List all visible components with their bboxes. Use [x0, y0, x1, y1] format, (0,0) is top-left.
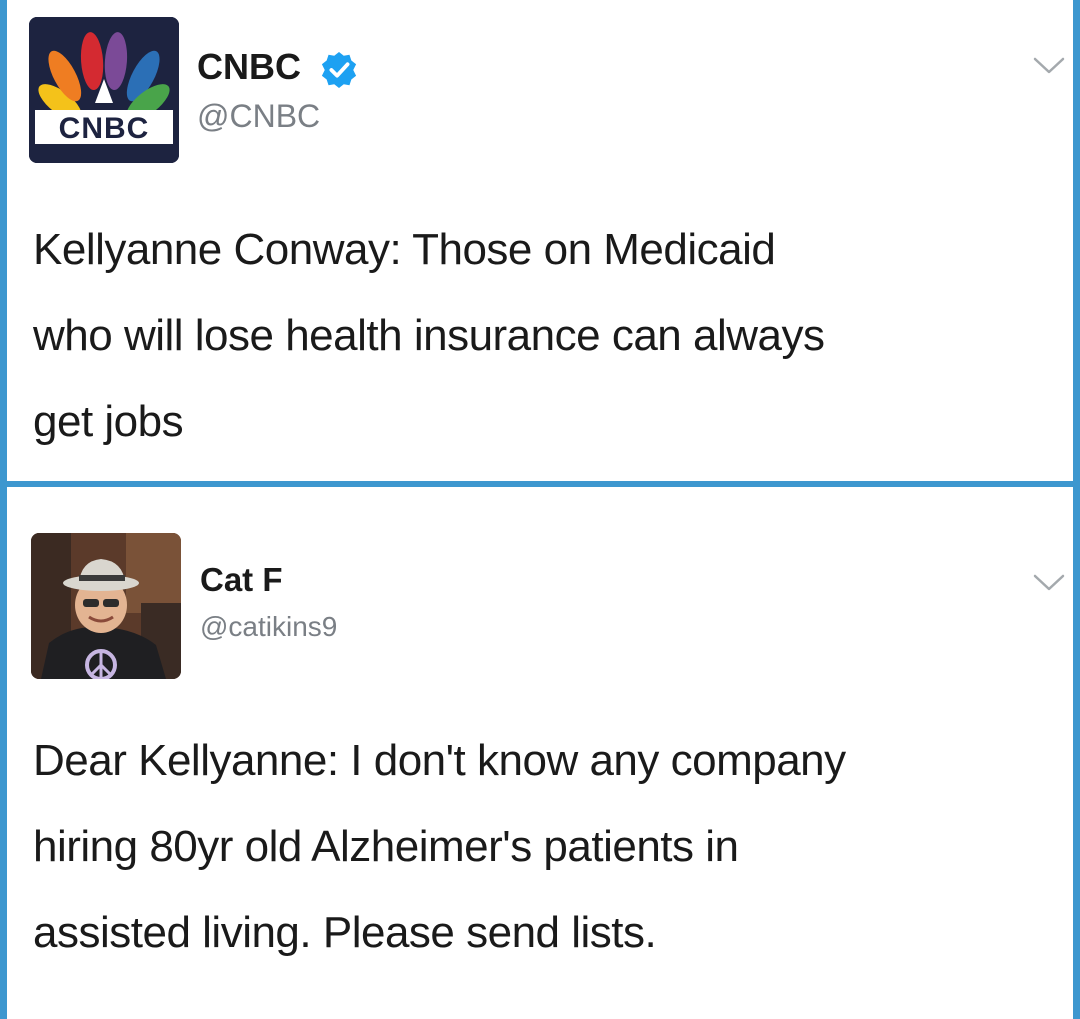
- tweet-text-line: get jobs: [33, 397, 184, 446]
- user-photo: [31, 533, 181, 679]
- display-name[interactable]: CNBC: [197, 46, 301, 88]
- tweet-text-line: Dear Kellyanne: I don't know any company: [33, 736, 846, 785]
- display-name[interactable]: Cat F: [200, 561, 283, 599]
- handle[interactable]: @CNBC: [197, 98, 320, 135]
- handle[interactable]: @catikins9: [200, 611, 337, 643]
- tweet-catf[interactable]: Cat F @catikins9 Dear Kellyanne: I don't…: [0, 487, 1080, 1019]
- tweet-text-line: who will lose health insurance can alway…: [33, 311, 825, 360]
- cnbc-logo-text: CNBC: [59, 112, 150, 145]
- tweet-text-line: Kellyanne Conway: Those on Medicaid: [33, 225, 776, 274]
- tweet-cnbc[interactable]: CNBC CNBC @CNBC Kellyanne Conway: Those …: [0, 0, 1080, 487]
- chevron-down-icon[interactable]: [1032, 573, 1066, 593]
- tweet-text: Kellyanne Conway: Those on Medicaid who …: [33, 225, 1063, 465]
- cnbc-peacock-logo: CNBC: [29, 17, 179, 163]
- tweet-text-line: hiring 80yr old Alzheimer's patients in: [33, 822, 739, 871]
- tweet-text-line: assisted living. Please send lists.: [33, 908, 657, 957]
- avatar[interactable]: [31, 533, 181, 679]
- chevron-down-icon[interactable]: [1032, 56, 1066, 76]
- tweet-text: Dear Kellyanne: I don't know any company…: [33, 736, 1063, 976]
- cnbc-logo-avatar[interactable]: CNBC: [29, 17, 179, 163]
- verified-badge-icon: [321, 51, 357, 89]
